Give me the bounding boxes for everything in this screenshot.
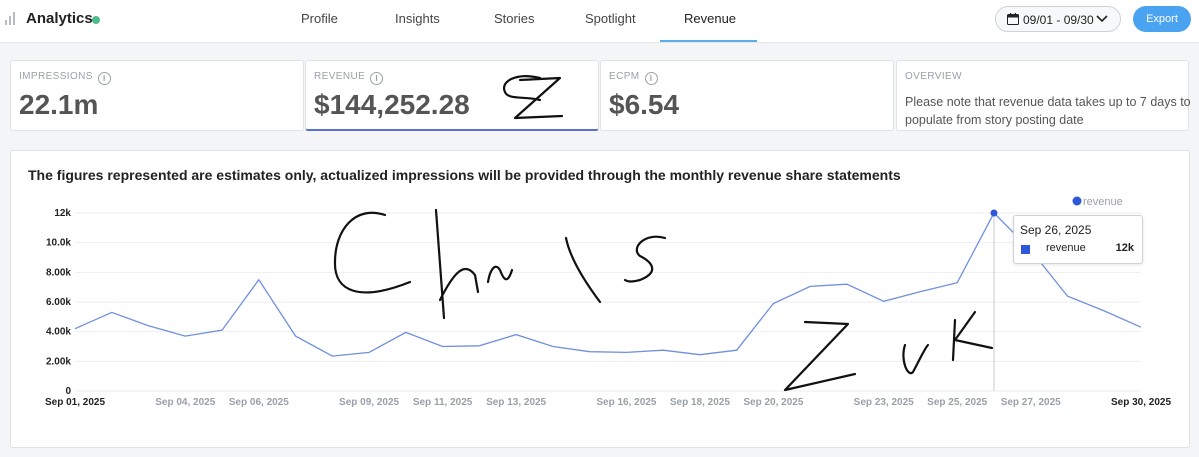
- tab-profile[interactable]: Profile: [301, 11, 338, 26]
- y-tick-label: 8.00k: [46, 267, 71, 278]
- ecpm-card[interactable]: ECPM i $6.54: [600, 60, 894, 131]
- x-tick-label: Sep 23, 2025: [854, 397, 914, 408]
- x-tick-label: Sep 18, 2025: [670, 397, 730, 408]
- y-tick-label: 4.00k: [46, 327, 71, 338]
- x-tick-label: Sep 30, 2025: [1111, 397, 1171, 408]
- revenue-label: REVENUE: [314, 71, 366, 82]
- legend-swatch: [1072, 196, 1082, 206]
- data-point: [990, 209, 998, 217]
- overview-label: OVERVIEW: [905, 71, 962, 82]
- date-range-picker[interactable]: 09/01 - 09/30: [995, 6, 1121, 32]
- tooltip-swatch: [1021, 245, 1030, 254]
- active-tab-indicator: [660, 40, 757, 42]
- impressions-card[interactable]: IMPRESSIONS i 22.1m: [10, 60, 304, 131]
- y-tick-label: 2.00k: [46, 356, 71, 367]
- revenue-card[interactable]: REVENUE i $144,252.28: [305, 60, 599, 131]
- impressions-label-row: IMPRESSIONS i: [19, 71, 111, 85]
- bar-chart-icon: [5, 11, 15, 25]
- revenue-chart-panel: The figures represented are estimates on…: [10, 150, 1190, 448]
- y-tick-label: 10.0k: [46, 238, 71, 249]
- ecpm-value: $6.54: [609, 89, 680, 120]
- y-tick-label: 0: [65, 386, 71, 397]
- tab-spotlight[interactable]: Spotlight: [585, 11, 636, 26]
- x-tick-label: Sep 11, 2025: [413, 397, 473, 408]
- legend-label: revenue: [1083, 196, 1123, 208]
- chevron-down-icon: [1096, 15, 1108, 23]
- tooltip-value: 12k: [1115, 242, 1134, 254]
- ecpm-label: ECPM: [609, 71, 640, 82]
- x-tick-label: Sep 06, 2025: [229, 397, 289, 408]
- revenue-value: $144,252.28: [314, 89, 470, 120]
- overview-card: OVERVIEW Please note that revenue data t…: [896, 60, 1191, 131]
- status-dot: [92, 16, 100, 24]
- x-tick-label: Sep 27, 2025: [1001, 397, 1061, 408]
- info-icon[interactable]: i: [644, 72, 658, 85]
- tab-insights[interactable]: Insights: [395, 11, 440, 26]
- impressions-value: 22.1m: [19, 89, 99, 120]
- x-tick-label: Sep 16, 2025: [596, 397, 656, 408]
- info-icon[interactable]: i: [97, 72, 111, 85]
- y-tick-label: 6.00k: [46, 297, 71, 308]
- x-tick-label: Sep 13, 2025: [486, 397, 546, 408]
- app-title: Analytics: [26, 10, 93, 27]
- tooltip-date: Sep 26, 2025: [1020, 223, 1092, 237]
- x-tick-label: Sep 09, 2025: [339, 397, 399, 408]
- x-tick-label: Sep 25, 2025: [927, 397, 987, 408]
- tab-revenue[interactable]: Revenue: [684, 11, 736, 26]
- x-tick-label: Sep 01, 2025: [45, 397, 105, 408]
- revenue-series-line: [74, 211, 1142, 357]
- overview-note: Please note that revenue data takes up t…: [905, 95, 1191, 127]
- ecpm-label-row: ECPM i: [609, 71, 658, 85]
- info-icon[interactable]: i: [370, 72, 384, 85]
- chart-tooltip: Sep 26, 2025 revenue 12k: [1013, 215, 1143, 264]
- impressions-label: IMPRESSIONS: [19, 71, 93, 82]
- top-bar: Analytics Profile Insights Stories Spotl…: [0, 0, 1199, 43]
- y-tick-label: 12k: [54, 208, 71, 219]
- x-tick-label: Sep 20, 2025: [743, 397, 803, 408]
- date-range-label: 09/01 - 09/30: [1023, 13, 1094, 27]
- calendar-icon: [1007, 13, 1019, 25]
- revenue-label-row: REVENUE i: [314, 71, 384, 85]
- revenue-line-chart[interactable]: 0 2.00k 4.00k 6.00k 8.00k 10.0k 12k Sep 01, 202…: [11, 151, 1191, 449]
- tooltip-series: revenue: [1046, 242, 1086, 254]
- export-button[interactable]: Export: [1133, 6, 1191, 32]
- x-tick-label: Sep 04, 2025: [155, 397, 215, 408]
- tab-stories[interactable]: Stories: [494, 11, 534, 26]
